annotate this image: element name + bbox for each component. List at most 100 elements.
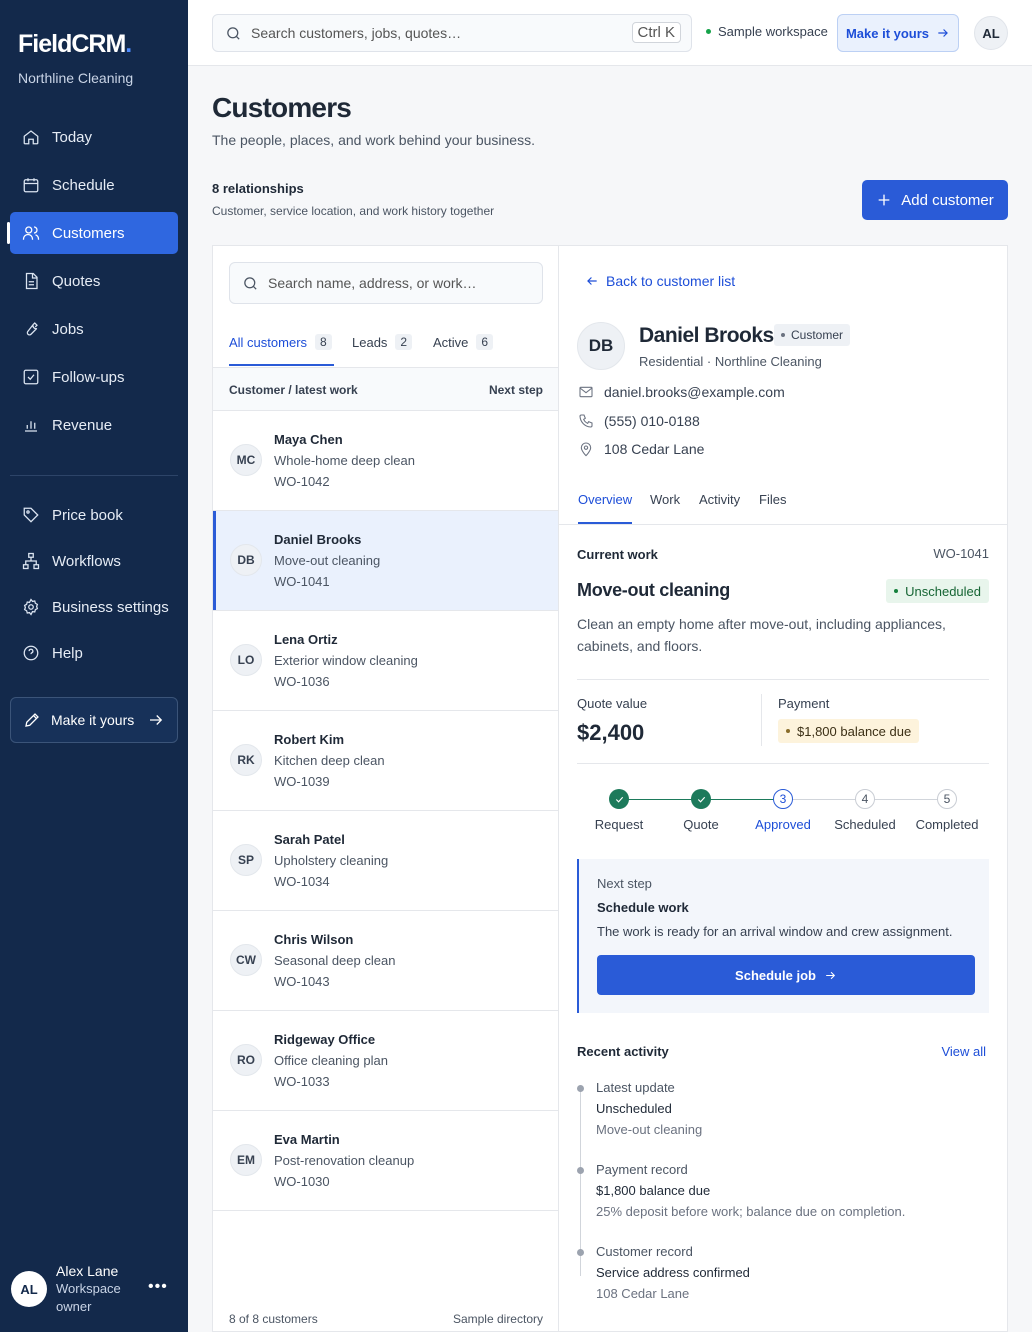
nav-label: Customers [52, 224, 125, 242]
step-request: Request [577, 786, 661, 832]
map-pin-icon [580, 442, 592, 457]
account-avatar[interactable]: AL [974, 16, 1008, 50]
table-row[interactable]: RK Robert Kim Kitchen deep clean WO-1039 [213, 711, 559, 811]
recent-activity-heading: Recent activity [577, 1044, 669, 1059]
step-indicator [691, 789, 711, 809]
list-count: 8 of 8 customers [229, 1312, 318, 1326]
tab-count: 2 [395, 334, 413, 350]
table-row[interactable]: DB Daniel Brooks Move-out cleaning WO-10… [213, 511, 559, 611]
customer-search-input[interactable]: Search name, address, or work… [229, 262, 543, 304]
nav-label: Business settings [52, 598, 169, 616]
customer-address[interactable]: 108 Cedar Lane [578, 441, 704, 457]
schedule-job-button[interactable]: Schedule job [597, 955, 975, 995]
nav-item-business-settings[interactable]: Business settings [10, 586, 178, 628]
make-it-yours-label: Make it yours [51, 712, 135, 728]
view-all-link[interactable]: View all [941, 1044, 986, 1059]
nav-item-customers[interactable]: Customers [7, 212, 178, 254]
make-it-yours-top-button[interactable]: Make it yours [837, 14, 959, 52]
plus-icon [878, 194, 890, 206]
tab-activity[interactable]: Activity [699, 492, 740, 507]
checkbox-icon [23, 369, 39, 385]
help-icon [23, 645, 39, 661]
step-indicator: 3 [773, 789, 793, 809]
home-icon [23, 130, 39, 145]
keyboard-shortcut: Ctrl K [631, 22, 681, 43]
table-row[interactable]: RO Ridgeway Office Office cleaning plan … [213, 1011, 559, 1111]
customer-avatar: RK [230, 744, 262, 776]
tab-label: Leads [352, 334, 388, 350]
table-row[interactable]: SP Sarah Patel Upholstery cleaning WO-10… [213, 811, 559, 911]
back-to-list-link[interactable]: Back to customer list [585, 273, 735, 289]
work-order-id: WO-1036 [274, 674, 330, 689]
step-approved: 3 Approved [741, 786, 825, 832]
work-title: Move-out cleaning [577, 580, 730, 600]
work-order-id: WO-1042 [274, 474, 330, 489]
nav-item-revenue[interactable]: Revenue [10, 404, 178, 446]
arrow-left-icon [587, 277, 597, 285]
sidebar: FieldCRM. Northline Cleaning Today Sched… [0, 0, 188, 1332]
nav-item-follow-ups[interactable]: Follow-ups [10, 356, 178, 398]
tab-all-customers[interactable]: All customers 8 [229, 334, 334, 366]
section-divider [577, 763, 989, 764]
customer-email[interactable]: daniel.brooks@example.com [578, 384, 785, 400]
table-row[interactable]: EM Eva Martin Post-renovation cleanup WO… [213, 1111, 559, 1211]
nav-divider [10, 475, 178, 476]
step-label: Quote [683, 817, 719, 832]
table-row[interactable]: CW Chris Wilson Seasonal deep clean WO-1… [213, 911, 559, 1011]
timeline-dot [577, 1249, 584, 1256]
user-avatar[interactable]: AL [11, 1271, 47, 1307]
nav-item-schedule[interactable]: Schedule [10, 164, 178, 206]
nav-item-price-book[interactable]: Price book [10, 494, 178, 536]
nav-item-jobs[interactable]: Jobs [10, 308, 178, 350]
customer-phone[interactable]: (555) 010-0188 [578, 413, 700, 429]
tab-work[interactable]: Work [650, 492, 680, 507]
step-completed: 5 Completed [905, 786, 989, 832]
add-customer-button[interactable]: Add customer [862, 180, 1008, 220]
search-icon [227, 26, 240, 40]
step-scheduled: 4 Scheduled [823, 786, 907, 832]
nav-label: Help [52, 644, 83, 662]
global-search-input[interactable]: Search customers, jobs, quotes… Ctrl K [212, 14, 692, 52]
nav-label: Workflows [52, 552, 121, 570]
back-label: Back to customer list [606, 273, 736, 289]
table-row[interactable]: LO Lena Ortiz Exterior window cleaning W… [213, 611, 559, 711]
column-header-customer[interactable]: Customer / latest work [229, 383, 358, 397]
more-options-icon[interactable]: ••• [148, 1278, 168, 1296]
make-it-yours-label: Make it yours [845, 25, 930, 41]
user-role: Workspace owner [56, 1281, 121, 1314]
customer-name: Maya Chen [274, 432, 343, 447]
work-order-id: WO-1030 [274, 1174, 330, 1189]
nav-item-help[interactable]: Help [10, 632, 178, 674]
brand-logo[interactable]: FieldCRM. [18, 30, 132, 59]
tab-overview[interactable]: Overview [578, 492, 633, 524]
customer-name: Eva Martin [274, 1132, 340, 1147]
tab-active[interactable]: Active 6 [433, 334, 494, 350]
progress-stepper: Request Quote 3 Approved 4 Scheduled 5 C… [577, 786, 989, 846]
relationship-count: 8 relationships [212, 181, 304, 196]
column-header-next-step[interactable]: Next step [489, 383, 543, 397]
customer-name: Chris Wilson [274, 932, 354, 947]
step-quote: Quote [659, 786, 743, 832]
table-row[interactable]: MC Maya Chen Whole-home deep clean WO-10… [213, 411, 559, 511]
tab-files[interactable]: Files [759, 492, 786, 507]
customer-latest-work: Kitchen deep clean [274, 753, 385, 768]
next-step-label: Next step [597, 876, 652, 891]
schedule-job-label: Schedule job [735, 967, 816, 983]
next-step-description: The work is ready for an arrival window … [597, 924, 953, 939]
step-label: Completed [915, 817, 979, 832]
org-name: Northline Cleaning [18, 70, 134, 86]
topbar: Search customers, jobs, quotes… Ctrl K S… [188, 0, 1032, 66]
step-label: Scheduled [834, 817, 896, 832]
nav-item-quotes[interactable]: Quotes [10, 260, 178, 302]
customer-avatar: EM [230, 1144, 262, 1176]
tab-leads[interactable]: Leads 2 [352, 334, 413, 350]
customer-type-badge: Customer [774, 324, 851, 346]
nav-item-workflows[interactable]: Workflows [10, 540, 178, 582]
step-label: Approved [755, 817, 811, 832]
nav-item-today[interactable]: Today [10, 116, 178, 158]
customer-name-heading: Daniel Brooks [639, 324, 774, 347]
activity-detail: 108 Cedar Lane [596, 1286, 690, 1301]
customer-avatar: RO [230, 1044, 262, 1076]
make-it-yours-sidebar-button[interactable]: Make it yours [10, 697, 178, 743]
page-subtitle: The people, places, and work behind your… [212, 132, 535, 148]
